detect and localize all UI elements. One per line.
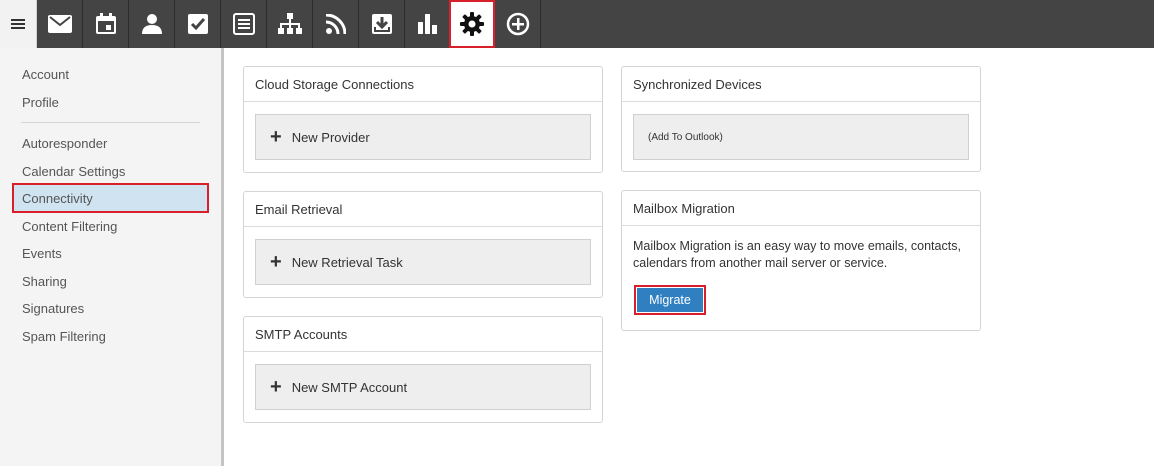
new-smtp-account-button[interactable]: + New SMTP Account bbox=[255, 364, 591, 410]
settings-gear-icon[interactable] bbox=[449, 0, 495, 48]
add-to-outlook-label: (Add To Outlook) bbox=[648, 131, 723, 143]
migrate-label: Migrate bbox=[637, 288, 703, 312]
sidebar-item-events[interactable]: Events bbox=[22, 246, 62, 262]
add-circle-icon[interactable] bbox=[495, 0, 541, 48]
new-provider-label: New Provider bbox=[291, 129, 370, 145]
panel-title: Email Retrieval bbox=[244, 192, 602, 227]
cloud-storage-panel: Cloud Storage Connections + New Provider bbox=[243, 66, 603, 173]
contacts-icon[interactable] bbox=[129, 0, 175, 48]
mailbox-migration-panel: Mailbox Migration Mailbox Migration is a… bbox=[621, 190, 981, 331]
sidebar-item-account[interactable]: Account bbox=[22, 67, 69, 83]
sitemap-icon[interactable] bbox=[267, 0, 313, 48]
sidebar-divider bbox=[221, 48, 224, 466]
plus-icon: + bbox=[270, 126, 282, 148]
archive-icon[interactable] bbox=[359, 0, 405, 48]
new-provider-button[interactable]: + New Provider bbox=[255, 114, 591, 160]
smtp-accounts-panel: SMTP Accounts + New SMTP Account bbox=[243, 316, 603, 423]
migration-description: Mailbox Migration is an easy way to move… bbox=[633, 239, 961, 270]
email-retrieval-panel: Email Retrieval + New Retrieval Task bbox=[243, 191, 603, 298]
sidebar-item-sharing[interactable]: Sharing bbox=[22, 274, 67, 290]
sidebar-item-profile[interactable]: Profile bbox=[22, 95, 59, 111]
mail-icon[interactable] bbox=[37, 0, 83, 48]
tasks-icon[interactable] bbox=[175, 0, 221, 48]
sidebar-item-autoresponder[interactable]: Autoresponder bbox=[22, 136, 107, 152]
sidebar-item-content-filtering[interactable]: Content Filtering bbox=[22, 219, 117, 235]
sidebar-item-connectivity[interactable]: Connectivity bbox=[22, 191, 93, 207]
new-retrieval-task-button[interactable]: + New Retrieval Task bbox=[255, 239, 591, 285]
panel-title: SMTP Accounts bbox=[244, 317, 602, 352]
plus-icon: + bbox=[270, 376, 282, 398]
migrate-button[interactable]: Migrate bbox=[634, 285, 706, 315]
sidebar-item-signatures[interactable]: Signatures bbox=[22, 301, 84, 317]
calendar-icon[interactable] bbox=[83, 0, 129, 48]
sidebar-item-calendar-settings[interactable]: Calendar Settings bbox=[22, 164, 125, 180]
synchronized-devices-panel: Synchronized Devices (Add To Outlook) bbox=[621, 66, 981, 172]
new-retrieval-task-label: New Retrieval Task bbox=[291, 254, 403, 270]
add-to-outlook-button[interactable]: (Add To Outlook) bbox=[633, 114, 969, 160]
plus-icon: + bbox=[270, 251, 282, 273]
panel-title: Cloud Storage Connections bbox=[244, 67, 602, 102]
sidebar-separator bbox=[21, 122, 200, 123]
new-smtp-account-label: New SMTP Account bbox=[291, 379, 408, 395]
hamburger-menu-icon[interactable] bbox=[0, 0, 37, 48]
rss-icon[interactable] bbox=[313, 0, 359, 48]
sidebar-item-spam-filtering[interactable]: Spam Filtering bbox=[22, 329, 106, 345]
notes-icon[interactable] bbox=[221, 0, 267, 48]
panel-title: Mailbox Migration bbox=[622, 191, 980, 226]
reports-icon[interactable] bbox=[405, 0, 451, 48]
top-toolbar bbox=[0, 0, 1154, 48]
panel-title: Synchronized Devices bbox=[622, 67, 980, 102]
